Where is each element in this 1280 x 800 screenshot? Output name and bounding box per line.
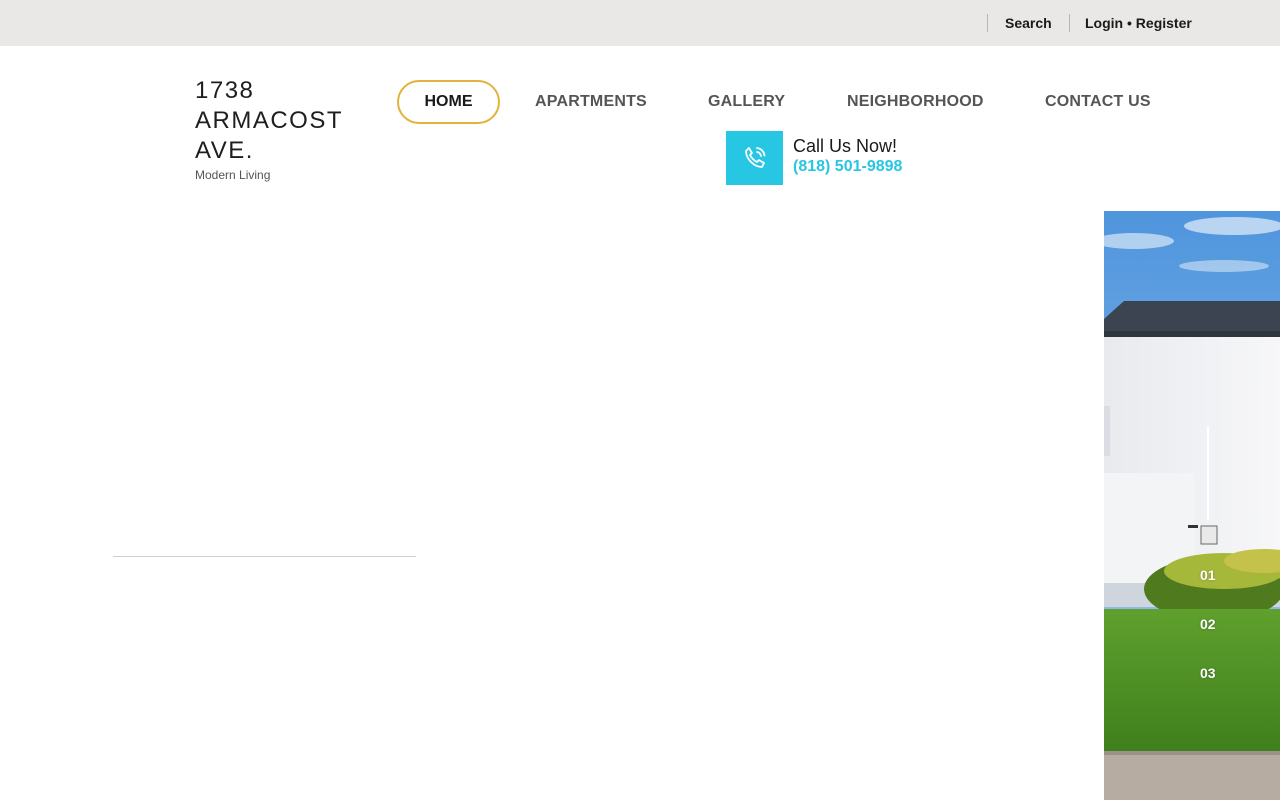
section-divider [113,556,416,557]
phone-number-link[interactable]: (818) 501-9898 [793,158,902,176]
logo-subtitle: Modern Living [195,168,271,182]
nav-item-apartments[interactable]: APARTMENTS [535,93,647,111]
nav-item-gallery[interactable]: GALLERY [708,93,785,111]
topbar-separator [987,14,988,32]
top-utility-bar: Search Login • Register [0,0,1280,46]
register-link[interactable]: Register [1136,15,1192,31]
slide-indicator-01[interactable]: 01 [1200,567,1216,583]
bullet-separator: • [1127,15,1132,31]
slider-progress-line [1207,426,1209,520]
logo-title: 1738 ARMACOST AVE. [195,77,343,164]
slide-indicator-03[interactable]: 03 [1200,665,1216,681]
nav-item-home[interactable]: HOME [397,80,500,124]
phone-icon[interactable] [726,131,783,185]
account-links: Login • Register [1085,15,1192,31]
site-logo[interactable]: 1738 ARMACOST AVE. Modern Living [195,76,375,182]
nav-item-neighborhood[interactable]: NEIGHBORHOOD [847,93,984,111]
search-link[interactable]: Search [1005,15,1052,31]
nav-item-contact-us[interactable]: CONTACT US [1045,93,1151,111]
topbar-separator [1069,14,1070,32]
login-link[interactable]: Login [1085,15,1123,31]
hero-image [1104,211,1280,800]
call-us-label: Call Us Now! [793,136,898,156]
slide-indicator-02[interactable]: 02 [1200,616,1216,632]
